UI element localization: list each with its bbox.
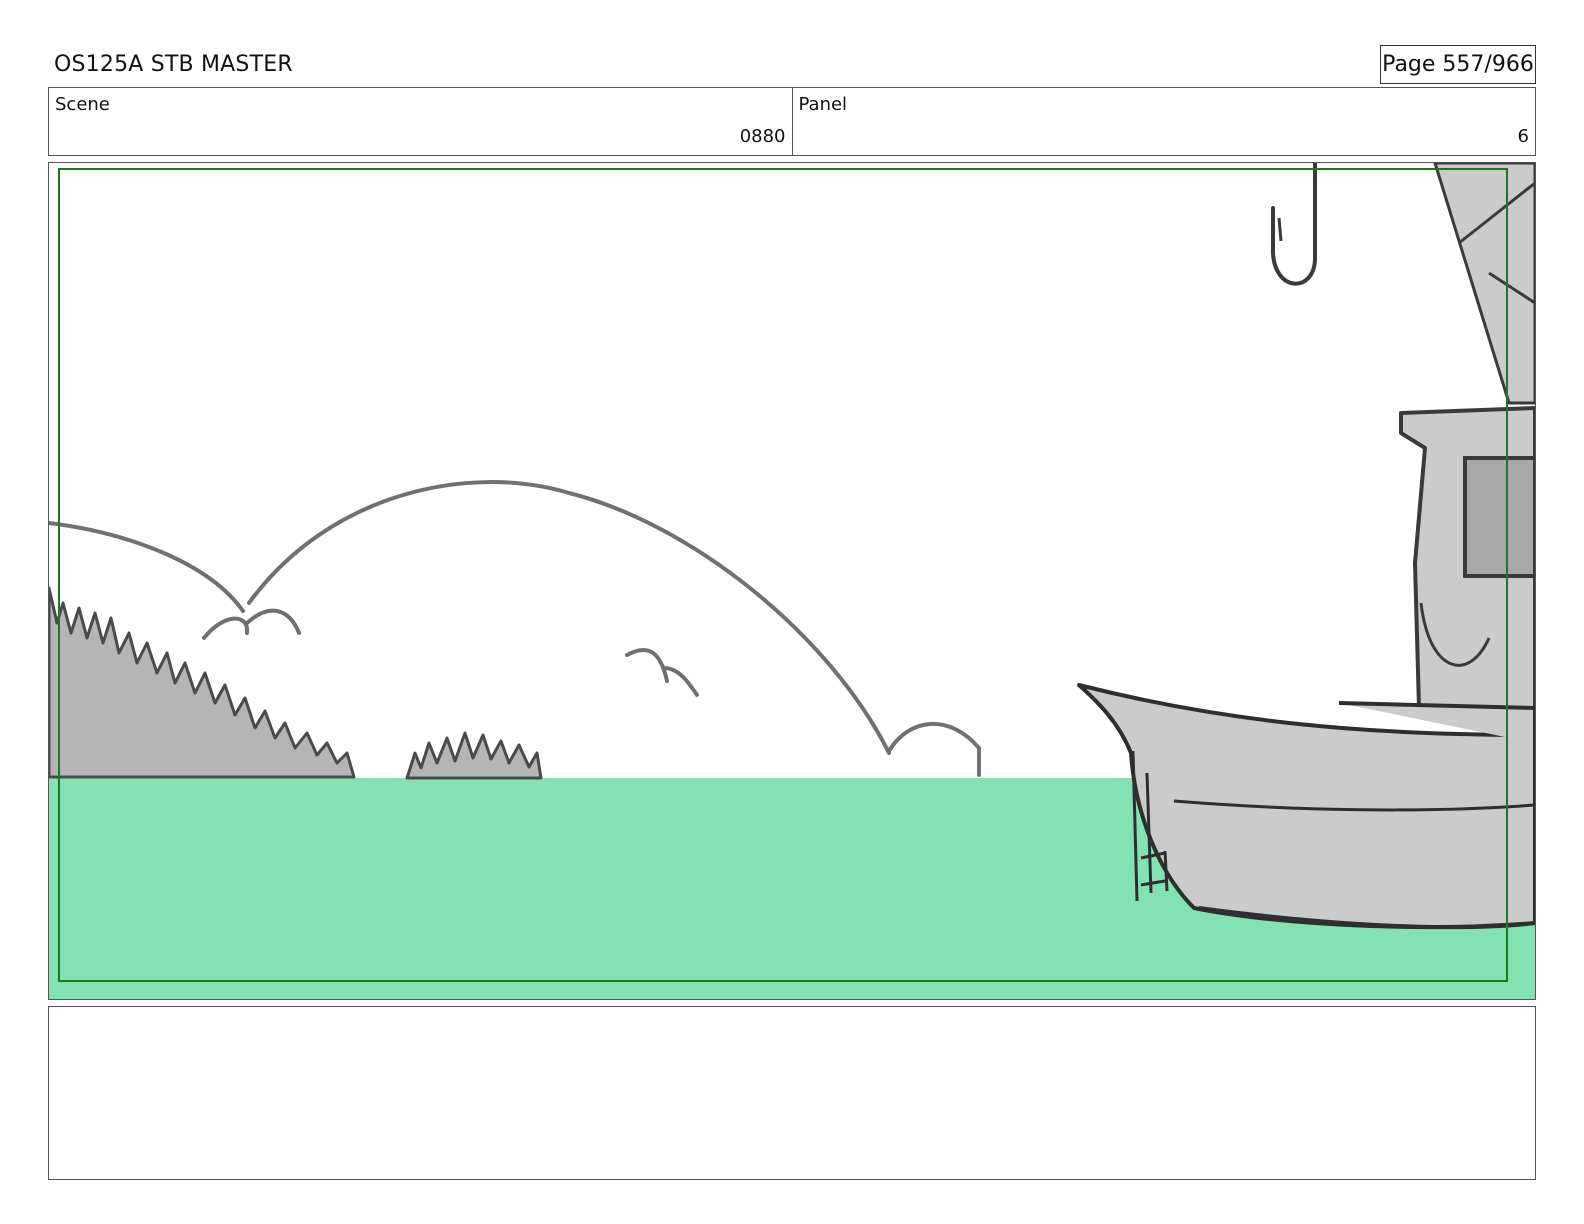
- panel-number: 6: [1517, 126, 1529, 147]
- left-tree-line: [49, 586, 356, 779]
- hook-tip: [1277, 217, 1283, 242]
- cabin-window: [1463, 456, 1535, 578]
- island: [405, 731, 543, 780]
- scene-cell: Scene 0880: [49, 88, 792, 155]
- document-title: OS125A STB MASTER: [54, 52, 293, 77]
- scene-panel-info: Scene 0880 Panel 6: [48, 87, 1536, 156]
- notes-area: [48, 1006, 1536, 1180]
- page-number: Page 557/966: [1380, 45, 1536, 84]
- scene-number: 0880: [739, 126, 786, 147]
- panel-cell: Panel 6: [791, 88, 1536, 155]
- panel-label: Panel: [798, 94, 848, 115]
- mast-sketch: [1433, 163, 1535, 405]
- storyboard-panel: [48, 162, 1536, 1000]
- scene-label: Scene: [55, 94, 110, 115]
- panel-drawing: [49, 163, 1535, 999]
